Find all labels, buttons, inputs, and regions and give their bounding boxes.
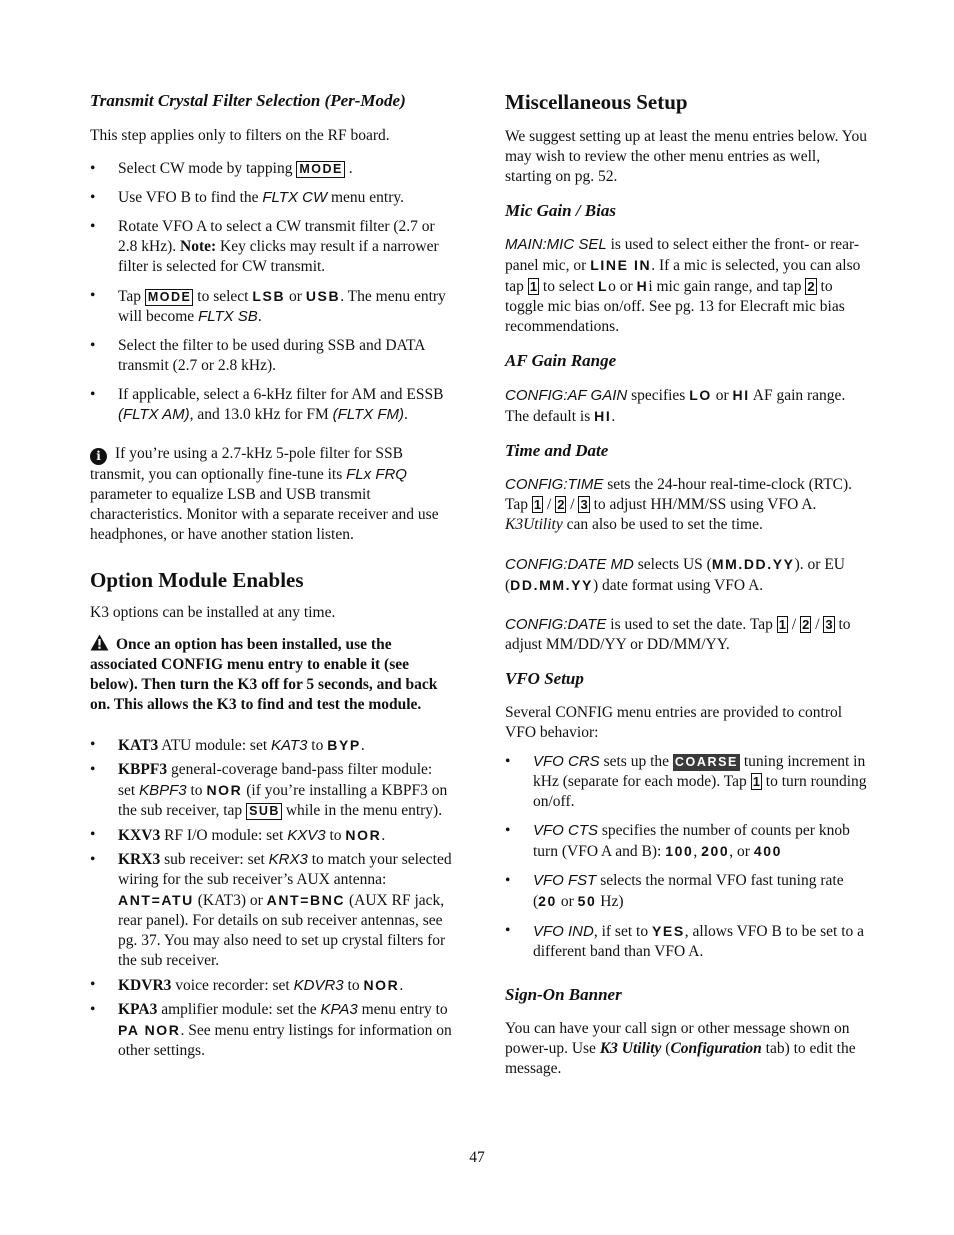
list-item: Select CW mode by tapping MODE .	[90, 159, 452, 179]
misc-intro: We suggest setting up at least the menu …	[505, 128, 867, 185]
menu-entry: FLx FRQ	[346, 466, 407, 483]
section-heading-option-modules: Option Module Enables	[90, 568, 304, 592]
option-modules-intro: K3 options can be installed at any time.	[90, 604, 336, 621]
menu-entry: FLTX SB	[198, 308, 258, 325]
list-item: Tap MODE to select LSB or USB. The menu …	[90, 286, 452, 327]
info-icon: i	[90, 448, 107, 465]
list-item: VFO FST selects the normal VFO fast tuni…	[505, 871, 867, 912]
key-2: 2	[800, 616, 812, 633]
right-column: Miscellaneous Setup We suggest setting u…	[505, 88, 867, 1079]
subheading-mic: Mic Gain / Bias	[505, 201, 616, 220]
list-item: Use VFO B to find the FLTX CW menu entry…	[90, 188, 452, 208]
mode-key: MODE	[144, 289, 194, 306]
key-1: 1	[527, 278, 540, 295]
time-paragraph: CONFIG:TIME sets the 24-hour real-time-c…	[505, 476, 853, 533]
subheading-sign-on-banner: Sign-On Banner	[505, 985, 622, 1004]
key-1: 1	[776, 616, 789, 633]
menu-entry: (FLTX FM)	[332, 406, 404, 423]
list-item: VFO IND, if set to YES, allows VFO B to …	[505, 921, 867, 962]
af-gain-paragraph: CONFIG:AF GAIN specifies LO or HI AF gai…	[505, 387, 846, 425]
key-1: 1	[750, 773, 762, 790]
banner-paragraph: You can have your call sign or other mes…	[505, 1020, 856, 1077]
coarse-key: COARSE	[672, 754, 740, 771]
list-item: VFO CTS specifies the number of counts p…	[505, 821, 867, 862]
key-3: 3	[823, 616, 835, 633]
tx-filter-steps: Select CW mode by tapping MODE . Use VFO…	[90, 159, 452, 425]
date-format-paragraph: CONFIG:DATE MD selects US (MM.DD.YY). or…	[505, 556, 845, 594]
subheading-af-gain: AF Gain Range	[505, 351, 617, 370]
list-item: KAT3 ATU module: set KAT3 to BYP.	[90, 735, 452, 756]
list-item: KBPF3 general-coverage band-pass filter …	[90, 760, 452, 821]
list-item: Rotate VFO A to select a CW transmit fil…	[90, 217, 452, 277]
list-item: If applicable, select a 6-kHz filter for…	[90, 385, 452, 425]
list-item: KRX3 sub receiver: set KRX3 to match you…	[90, 850, 452, 971]
tx-filter-intro: This step applies only to filters on the…	[90, 127, 390, 144]
section-heading-tx-filter: Transmit Crystal Filter Selection (Per-M…	[90, 91, 406, 110]
section-heading-misc: Miscellaneous Setup	[505, 90, 688, 114]
mic-paragraph: MAIN:MIC SEL is used to select either th…	[505, 236, 861, 335]
warning-icon	[90, 634, 109, 651]
vfo-intro: Several CONFIG menu entries are provided…	[505, 704, 843, 741]
key-2: 2	[805, 278, 817, 295]
info-note: i If you’re using a 2.7-kHz 5-pole filter…	[90, 445, 439, 543]
sub-key: SUB	[246, 803, 282, 820]
key-1: 1	[531, 496, 544, 513]
menu-entry: FLTX CW	[262, 189, 328, 206]
list-item: Select the filter to be used during SSB …	[90, 336, 452, 376]
list-item: KXV3 RF I/O module: set KXV3 to NOR.	[90, 825, 452, 846]
list-item: KPA3 amplifier module: set the KPA3 menu…	[90, 1000, 452, 1061]
note-label: Note:	[180, 238, 217, 255]
mode-key: MODE	[296, 161, 345, 178]
left-column: Transmit Crystal Filter Selection (Per-M…	[90, 88, 452, 1061]
menu-entry: (FLTX AM)	[118, 406, 190, 423]
key-3: 3	[578, 496, 590, 513]
vfo-list: VFO CRS sets up the COARSE tuning increm…	[505, 752, 867, 962]
warning-note: Once an option has been installed, use t…	[90, 634, 438, 713]
date-paragraph: CONFIG:DATE is used to set the date. Tap…	[505, 616, 851, 653]
list-item: KDVR3 voice recorder: set KDVR3 to NOR.	[90, 975, 452, 996]
list-item: VFO CRS sets up the COARSE tuning increm…	[505, 752, 867, 812]
option-module-list: KAT3 ATU module: set KAT3 to BYP. KBPF3 …	[90, 735, 452, 1061]
subheading-vfo: VFO Setup	[505, 669, 584, 688]
subheading-time-date: Time and Date	[505, 441, 609, 460]
key-2: 2	[555, 496, 567, 513]
page-number: 47	[469, 1149, 485, 1166]
